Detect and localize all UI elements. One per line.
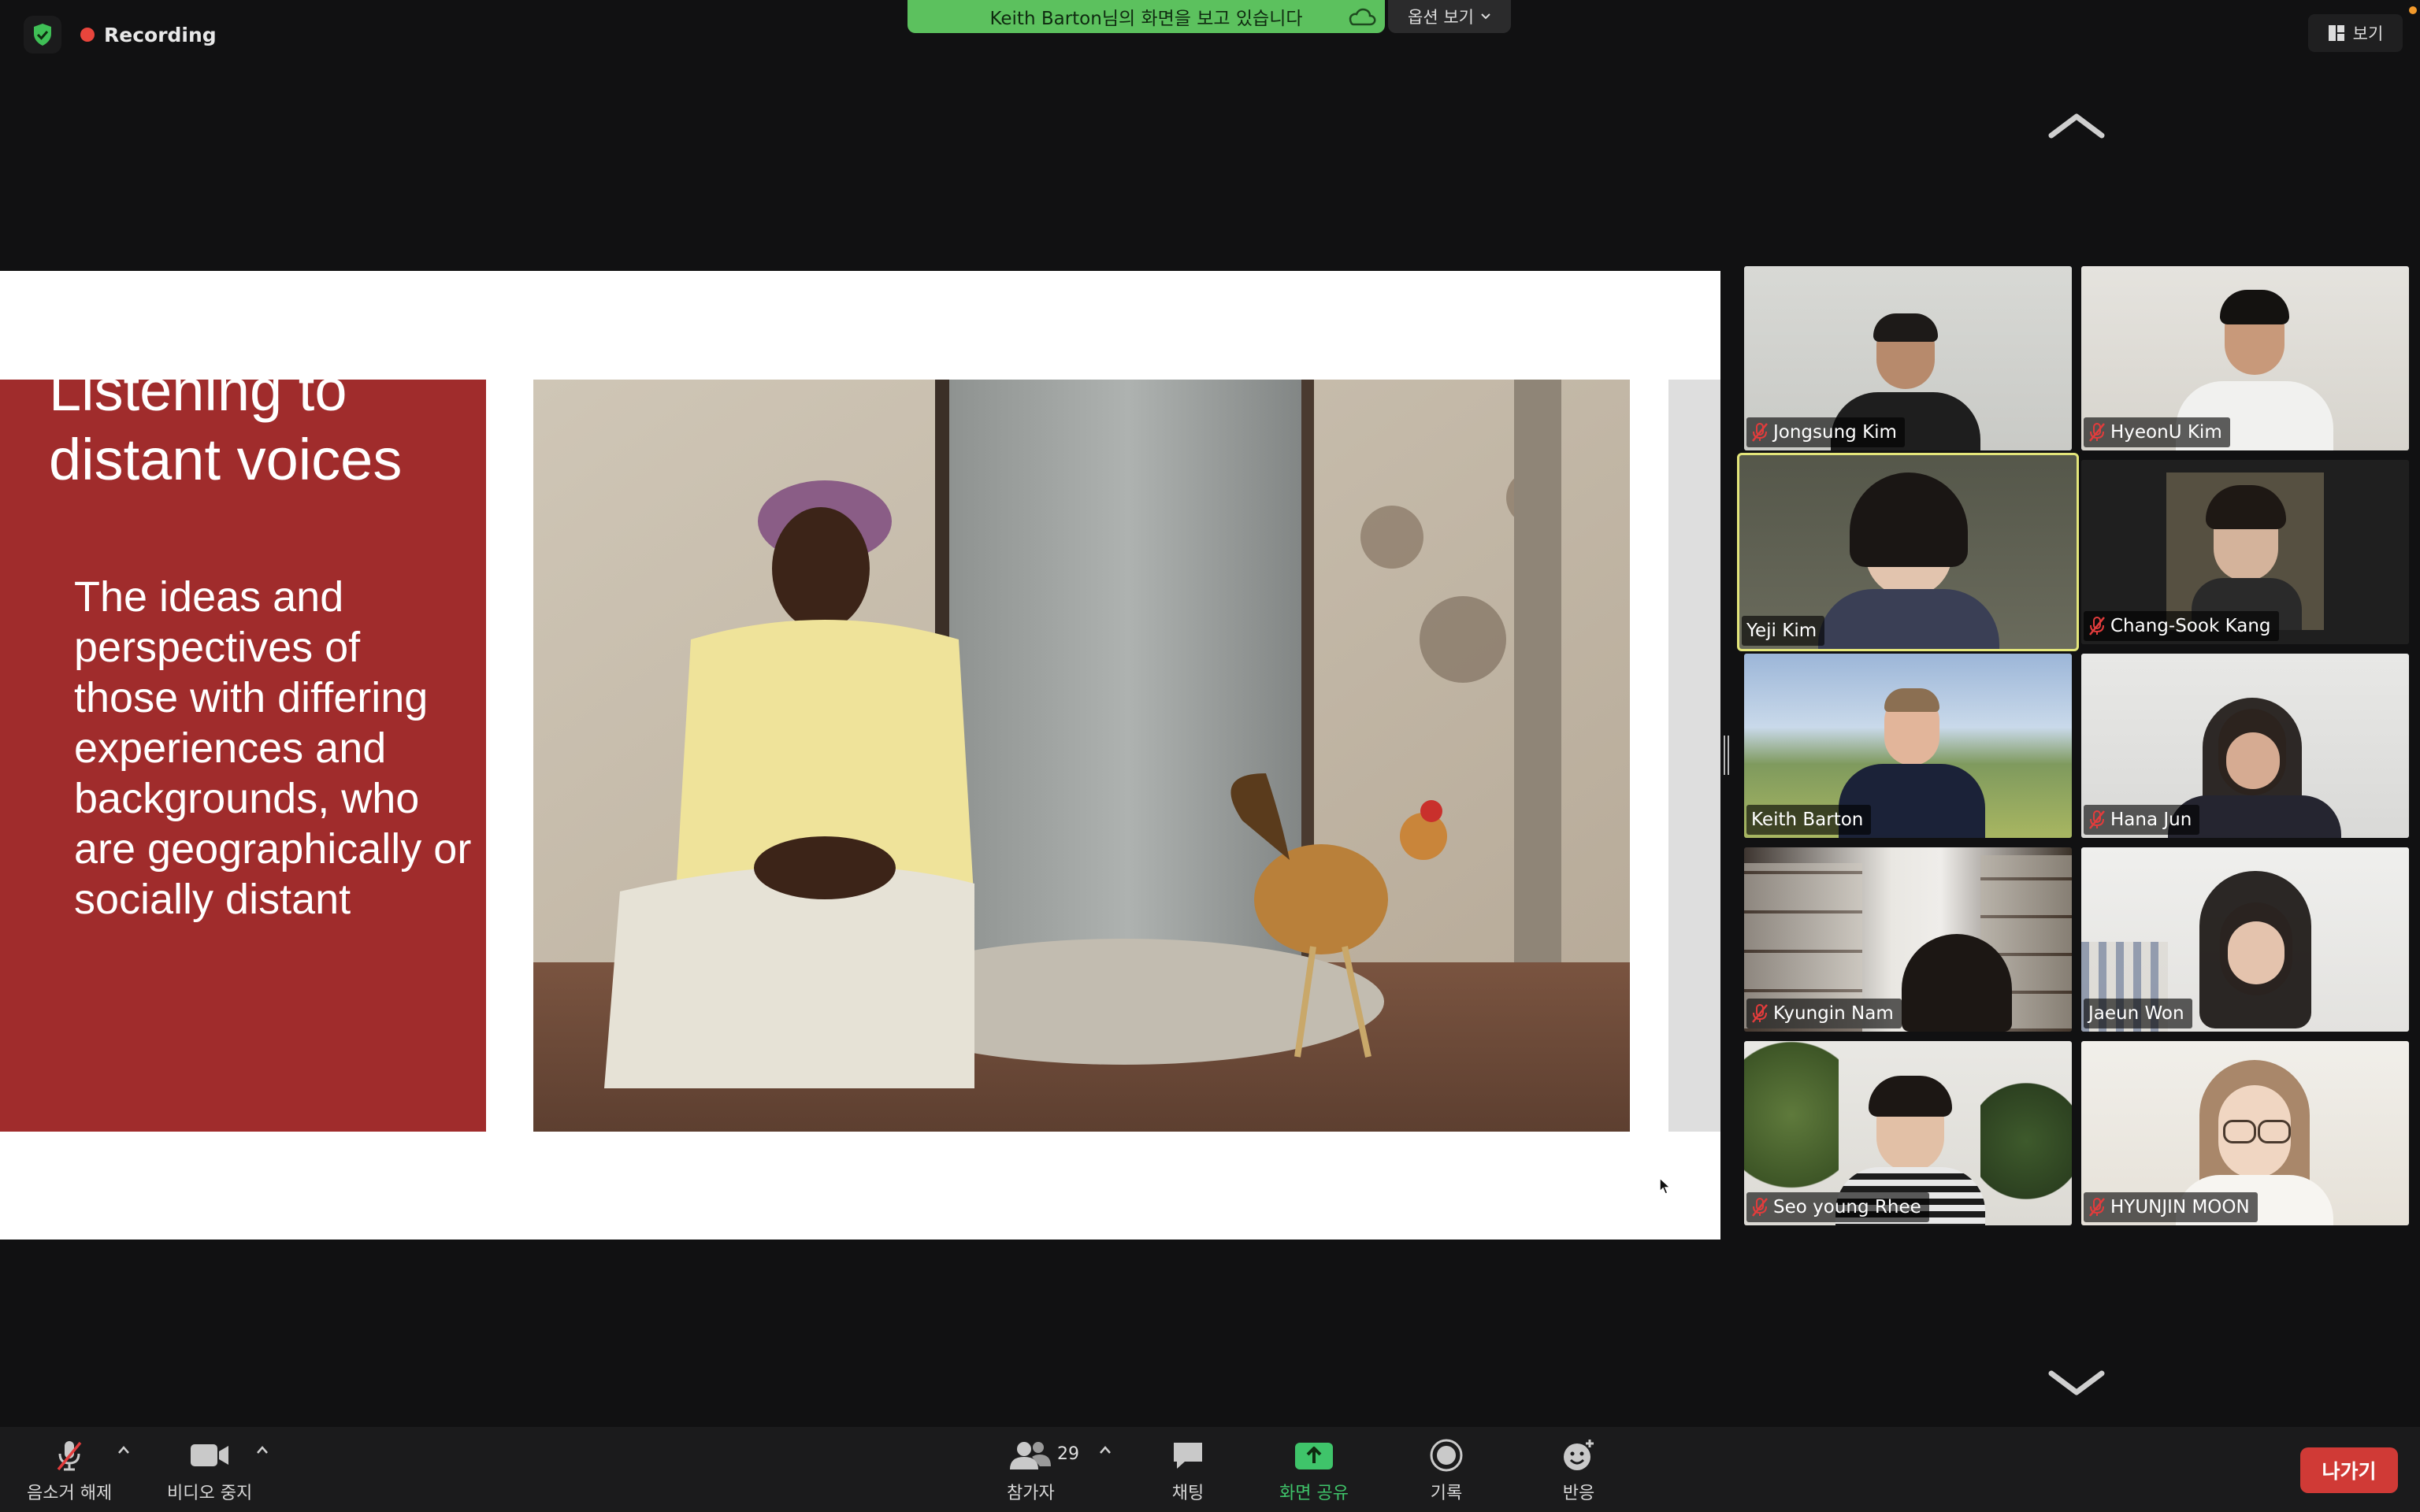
- share-screen-button[interactable]: 화면 공유: [1279, 1438, 1349, 1504]
- shared-screen: Listening to distant voices The ideas an…: [0, 271, 1720, 1240]
- participant-name-tag: Jaeun Won: [2084, 999, 2192, 1028]
- share-screen-label: 화면 공유: [1279, 1484, 1349, 1503]
- chevron-down-icon: [1481, 13, 1490, 20]
- panel-resize-handle[interactable]: [1724, 736, 1730, 775]
- participant-name: Chang-Sook Kang: [2110, 616, 2271, 636]
- participants-icon: [1010, 1442, 1052, 1469]
- participant-tile[interactable]: Jaeun Won: [2081, 847, 2409, 1032]
- participant-name: Seo young Rhee: [1773, 1197, 1921, 1217]
- reactions-label: 반응: [1562, 1484, 1595, 1503]
- slide-body: The ideas and perspectives of those with…: [74, 573, 472, 923]
- participant-name: Yeji Kim: [1746, 621, 1817, 641]
- participants-label: 참가자: [1007, 1484, 1055, 1503]
- slide-side-panel: [1668, 380, 1720, 1132]
- participant-tile[interactable]: HYUNJIN MOON: [2081, 1041, 2409, 1225]
- gallery-scroll-down-icon[interactable]: [2047, 1367, 2106, 1399]
- notification-dot: [2409, 6, 2417, 14]
- stop-video-button[interactable]: 비디오 중지: [167, 1438, 252, 1504]
- muted-mic-icon: [1752, 1004, 1768, 1023]
- muted-mic-icon: [2089, 617, 2105, 636]
- recording-label: Recording: [104, 23, 217, 46]
- participant-name-tag: Kyungin Nam: [1746, 999, 1902, 1028]
- share-screen-icon: [1294, 1443, 1333, 1469]
- participant-tile[interactable]: Kyungin Nam: [1744, 847, 2072, 1032]
- slide-photo: [533, 380, 1630, 1132]
- video-camera-icon: [191, 1444, 229, 1466]
- view-options-label: 옵션 보기: [1408, 8, 1474, 27]
- recording-indicator[interactable]: Recording: [80, 17, 217, 52]
- participant-name-tag: HyeonU Kim: [2084, 417, 2230, 447]
- participant-tile[interactable]: Jongsung Kim: [1744, 266, 2072, 450]
- record-label: 기록: [1430, 1484, 1463, 1503]
- video-options-chevron-icon[interactable]: [255, 1444, 269, 1455]
- muted-mic-icon: [2089, 423, 2105, 442]
- participants-button[interactable]: 참가자: [1007, 1438, 1055, 1504]
- meeting-toolbar: [0, 1427, 2420, 1512]
- participant-name-tag: Seo young Rhee: [1746, 1192, 1929, 1222]
- stop-video-label: 비디오 중지: [167, 1484, 253, 1503]
- participant-tile[interactable]: Hana Jun: [2081, 654, 2409, 838]
- participant-tile[interactable]: HyeonU Kim: [2081, 266, 2409, 450]
- muted-mic-icon: [2089, 1198, 2105, 1217]
- layout-grid-icon: [2328, 25, 2344, 41]
- participant-name-tag: Yeji Kim: [1742, 616, 1825, 646]
- emoji-reaction-icon: [1564, 1440, 1594, 1470]
- participant-name: HYUNJIN MOON: [2110, 1197, 2250, 1217]
- participant-name: HyeonU Kim: [2110, 422, 2222, 443]
- participant-name: Jongsung Kim: [1773, 422, 1897, 443]
- muted-mic-icon: [1752, 423, 1768, 442]
- chat-bubble-icon: [1174, 1443, 1202, 1469]
- security-shield-icon[interactable]: [24, 16, 61, 54]
- chat-button[interactable]: 채팅: [1171, 1438, 1205, 1504]
- participants-options-chevron-icon[interactable]: [1098, 1444, 1112, 1455]
- audio-options-chevron-icon[interactable]: [117, 1444, 131, 1455]
- participant-name-tag: Jongsung Kim: [1746, 417, 1905, 447]
- participant-name: Keith Barton: [1751, 810, 1864, 830]
- record-icon: [1430, 1439, 1463, 1472]
- reactions-button[interactable]: 반응: [1560, 1438, 1598, 1504]
- view-layout-button[interactable]: 보기: [2308, 14, 2403, 52]
- gallery-scroll-up-icon[interactable]: [2047, 110, 2106, 142]
- chat-label: 채팅: [1171, 1484, 1204, 1503]
- view-label: 보기: [2352, 24, 2384, 43]
- participant-tile[interactable]: Chang-Sook Kang: [2081, 460, 2409, 644]
- muted-mic-icon: [2089, 810, 2105, 829]
- participant-tile-active-speaker[interactable]: Yeji Kim: [1737, 453, 2079, 651]
- leave-label: 나가기: [2322, 1460, 2377, 1483]
- mouse-cursor-icon: [1659, 1177, 1672, 1195]
- leave-meeting-button[interactable]: 나가기: [2300, 1447, 2398, 1493]
- slide-title: Listening to distant voices: [49, 358, 403, 492]
- share-banner-text: Keith Barton님의 화면을 보고 있습니다: [989, 9, 1303, 29]
- muted-mic-icon: [57, 1441, 82, 1471]
- screen-share-banner: Keith Barton님의 화면을 보고 있습니다: [908, 0, 1385, 33]
- unmute-label: 음소거 해제: [27, 1484, 113, 1503]
- muted-mic-icon: [1752, 1198, 1768, 1217]
- participants-count: 29: [1057, 1444, 1079, 1464]
- participant-name-tag: Keith Barton: [1746, 805, 1872, 835]
- participant-name-tag: HYUNJIN MOON: [2084, 1192, 2258, 1222]
- participant-name: Jaeun Won: [2088, 1003, 2184, 1024]
- cloud-recording-icon: [1349, 8, 1376, 26]
- participant-tile[interactable]: Keith Barton: [1744, 654, 2072, 838]
- view-options-button[interactable]: 옵션 보기: [1388, 0, 1511, 33]
- participant-name: Kyungin Nam: [1773, 1003, 1894, 1024]
- recording-dot-icon: [80, 28, 95, 42]
- record-button[interactable]: 기록: [1429, 1438, 1464, 1504]
- participant-name-tag: Chang-Sook Kang: [2084, 611, 2279, 641]
- unmute-button[interactable]: 음소거 해제: [27, 1438, 112, 1504]
- participant-tile[interactable]: Seo young Rhee: [1744, 1041, 2072, 1225]
- participant-name: Hana Jun: [2110, 810, 2192, 830]
- participant-name-tag: Hana Jun: [2084, 805, 2200, 835]
